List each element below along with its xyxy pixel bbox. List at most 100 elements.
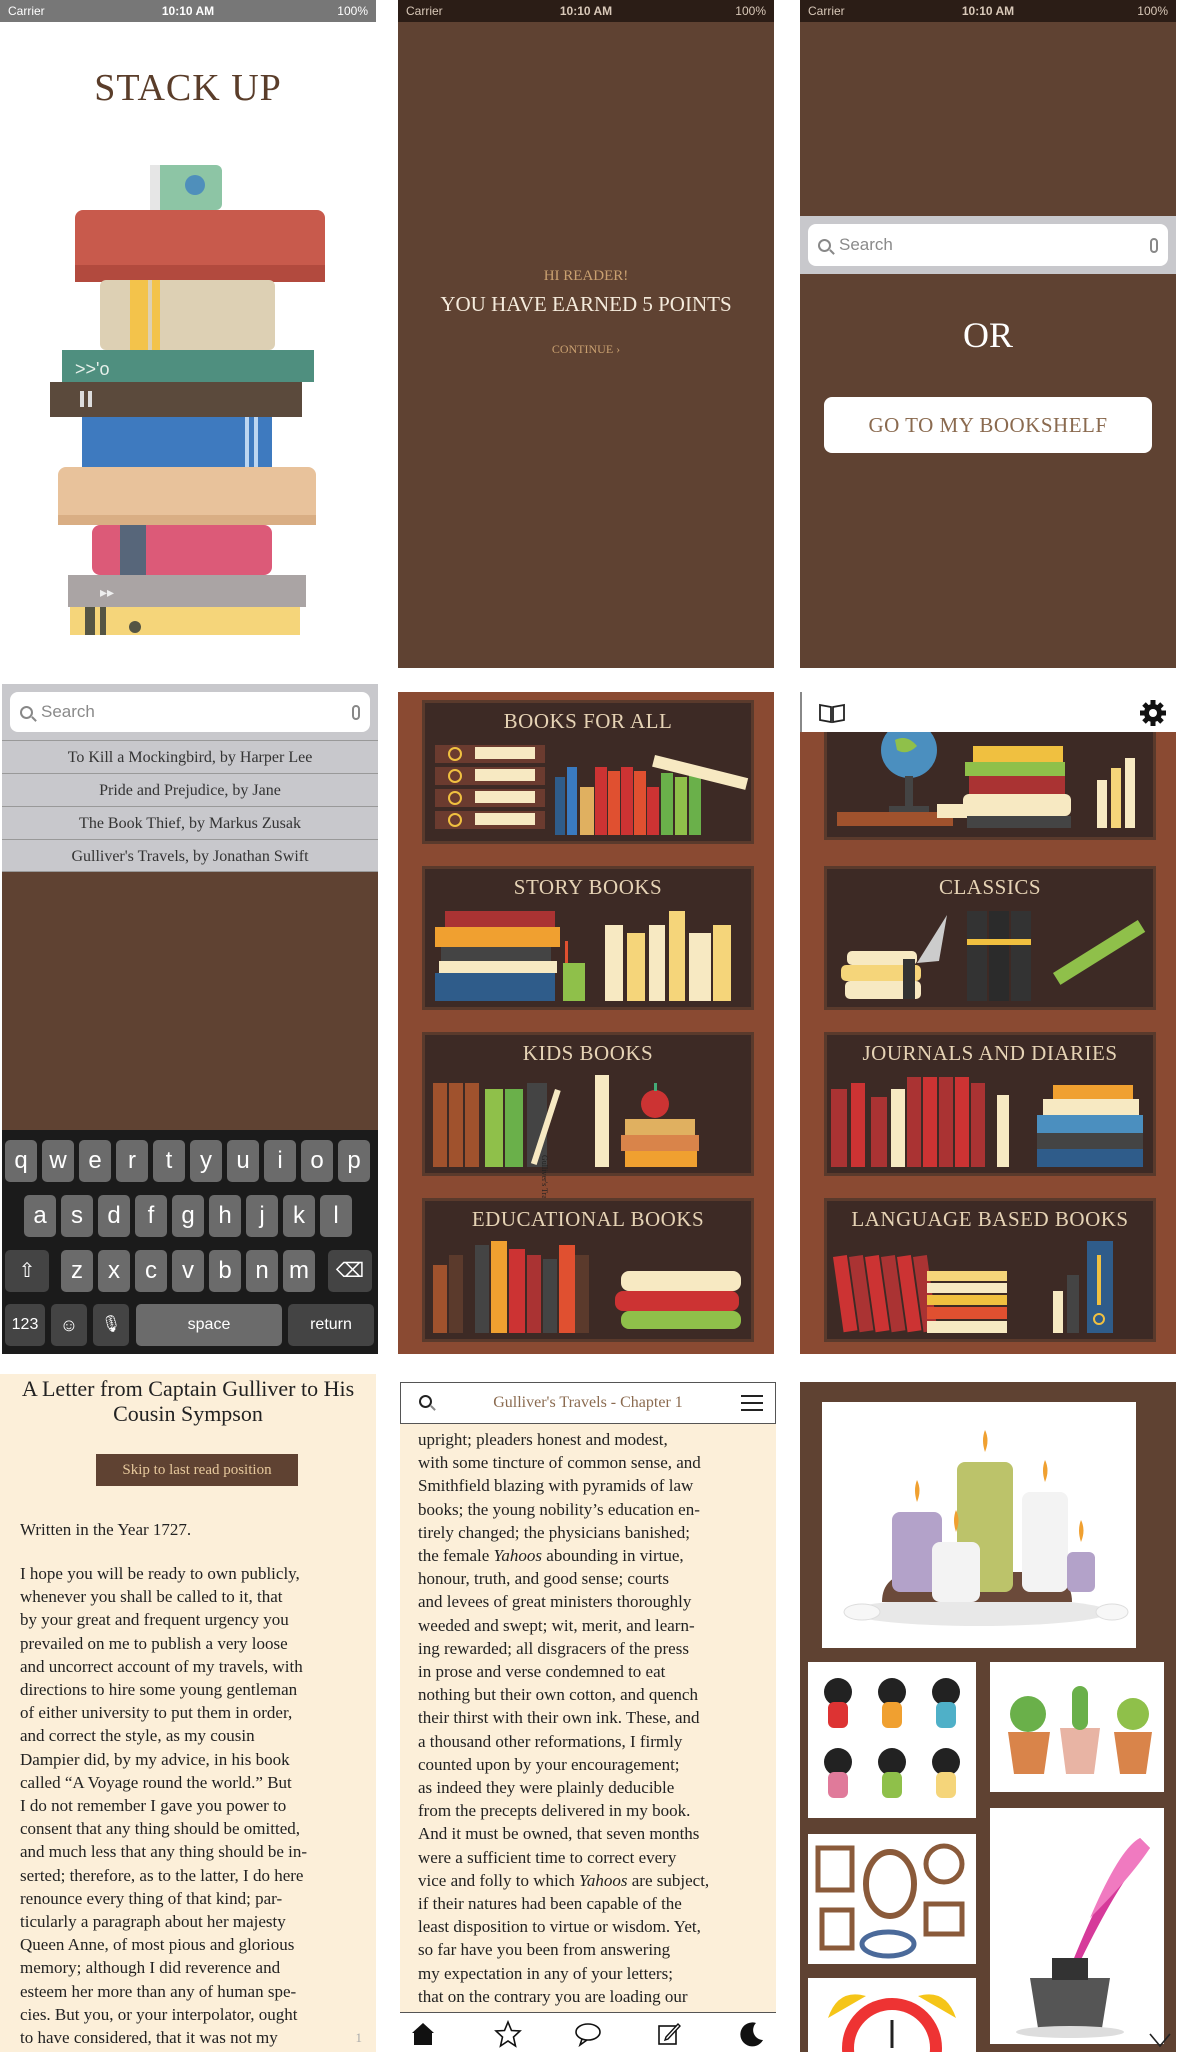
category-educational-books[interactable]: EDUCATIONAL BOOKS bbox=[422, 1198, 754, 1342]
result-item[interactable]: The Book Thief, by Markus Zusak bbox=[2, 806, 378, 839]
star-icon[interactable] bbox=[494, 2020, 522, 2048]
cactus-illustration bbox=[1008, 1686, 1152, 1774]
line-text: with some tincture of common sense, and bbox=[418, 1453, 701, 1473]
category-classics[interactable]: CLASSICS bbox=[824, 866, 1156, 1010]
key-u[interactable]: u bbox=[227, 1140, 259, 1182]
quill-ink-image[interactable] bbox=[990, 1808, 1164, 2044]
category-language-based-books[interactable]: LANGUAGE BASED BOOKS bbox=[824, 1198, 1156, 1342]
status-bar: Carrier 10:10 AM 100% bbox=[800, 0, 1176, 22]
continue-link[interactable]: CONTINUE › bbox=[398, 342, 774, 357]
category-books-for-all[interactable]: BOOKS FOR ALL bbox=[422, 700, 754, 844]
emoji-key[interactable]: ☺ bbox=[51, 1304, 87, 1346]
shelf-books-illustration bbox=[435, 911, 731, 1001]
key-z[interactable]: z bbox=[61, 1250, 93, 1292]
chapter-line: vice and folly to which Yahoos are subje… bbox=[418, 1869, 768, 1892]
key-j[interactable]: j bbox=[246, 1195, 278, 1237]
skip-to-last-read-button[interactable]: Skip to last read position bbox=[96, 1454, 298, 1486]
key-m[interactable]: m bbox=[283, 1250, 315, 1292]
line-text: that on the contrary you are loading our bbox=[418, 1986, 688, 2006]
result-item[interactable]: Gulliver's Travels, by Jonathan Swift bbox=[2, 839, 378, 872]
dictation-key[interactable]: 🎙 bbox=[93, 1304, 129, 1346]
result-item[interactable]: Pride and Prejudice, by Jane bbox=[2, 773, 378, 806]
line-text: tirely changed; the physicians banished; bbox=[418, 1522, 690, 1542]
microphone-icon[interactable] bbox=[352, 704, 360, 720]
letter-line: cies. But you, or your interpolator, oug… bbox=[20, 2004, 298, 2024]
chapter-line: a thousand other reformations, I firmly bbox=[418, 1730, 768, 1753]
decor-gallery-screen bbox=[800, 1382, 1176, 2052]
category-story-books[interactable]: STORY BOOKS bbox=[422, 866, 754, 1010]
key-n[interactable]: n bbox=[246, 1250, 278, 1292]
microphone-icon[interactable] bbox=[1150, 237, 1158, 253]
key-g[interactable]: g bbox=[172, 1195, 204, 1237]
gear-icon[interactable] bbox=[1138, 698, 1168, 728]
go-to-bookshelf-button[interactable]: GO TO MY BOOKSHELF bbox=[824, 397, 1152, 453]
candles-image[interactable] bbox=[822, 1402, 1136, 1648]
key-f[interactable]: f bbox=[135, 1195, 167, 1237]
key-p[interactable]: p bbox=[338, 1140, 370, 1182]
alarm-clock-image[interactable] bbox=[808, 1978, 976, 2052]
shelf-books-illustration bbox=[433, 1075, 699, 1167]
shift-key[interactable]: ⇧ bbox=[5, 1250, 49, 1292]
chevron-down-icon[interactable] bbox=[1148, 2032, 1172, 2048]
category-title: CLASSICS bbox=[938, 875, 1042, 899]
line-text: my expectation in any of your letters; bbox=[418, 1963, 673, 1983]
search-results-screen: Search To Kill a Mockingbird, by Harper … bbox=[2, 684, 378, 1354]
comment-icon[interactable] bbox=[574, 2021, 602, 2047]
app-title: STACK UP bbox=[94, 67, 282, 109]
book-stack-illustration: >>'o ▸▸ bbox=[50, 165, 325, 635]
key-s[interactable]: s bbox=[61, 1195, 93, 1237]
numbers-key[interactable]: 123 bbox=[5, 1304, 45, 1346]
space-key[interactable]: space bbox=[136, 1304, 282, 1346]
open-book-icon[interactable] bbox=[818, 702, 846, 724]
key-t[interactable]: t bbox=[153, 1140, 185, 1182]
chapter-line: honour, truth, and good sense; courts bbox=[418, 1567, 768, 1590]
key-x[interactable]: x bbox=[98, 1250, 130, 1292]
edit-note-icon[interactable] bbox=[656, 2021, 682, 2047]
home-icon[interactable] bbox=[410, 2021, 436, 2047]
letter-line: called “A Voyage round the world.” But bbox=[20, 1772, 292, 1792]
line-text: a thousand other reformations, I firmly bbox=[418, 1731, 683, 1751]
chapter-line: their thirst with their own ink. These, … bbox=[418, 1706, 768, 1729]
category-journals-and-diaries[interactable]: JOURNALS AND DIARIES bbox=[824, 1032, 1156, 1176]
backspace-key[interactable]: ⌫ bbox=[328, 1250, 372, 1292]
night-mode-moon-icon[interactable] bbox=[738, 2020, 766, 2048]
key-q[interactable]: q bbox=[5, 1140, 37, 1182]
result-item[interactable]: To Kill a Mockingbird, by Harper Lee bbox=[2, 740, 378, 773]
cactus-pots-image[interactable] bbox=[990, 1662, 1164, 1792]
key-k[interactable]: k bbox=[283, 1195, 315, 1237]
kokeshi-dolls-image[interactable] bbox=[808, 1662, 976, 1818]
search-icon bbox=[20, 705, 33, 719]
shelf-books-illustration bbox=[833, 1241, 1113, 1333]
category-kids-books[interactable]: KIDS BOOKS Gulliver's Travels Jonathan S… bbox=[422, 1032, 754, 1262]
key-r[interactable]: r bbox=[116, 1140, 148, 1182]
line-text: from the precepts delivered in my book. bbox=[418, 1801, 691, 1821]
key-a[interactable]: a bbox=[24, 1195, 56, 1237]
chapter-line: from the precepts delivered in my book. bbox=[418, 1799, 768, 1822]
chapter-line: books; the young nobility’s education en… bbox=[418, 1498, 768, 1521]
key-e[interactable]: e bbox=[79, 1140, 111, 1182]
letter-line: of either university to put them in orde… bbox=[20, 1703, 293, 1723]
shelf-books-illustration bbox=[841, 911, 1146, 1001]
key-h[interactable]: h bbox=[209, 1195, 241, 1237]
key-c[interactable]: c bbox=[135, 1250, 167, 1292]
key-w[interactable]: w bbox=[42, 1140, 74, 1182]
hamburger-menu-icon[interactable] bbox=[741, 1395, 763, 1411]
frames-image[interactable] bbox=[808, 1834, 976, 1964]
shelf-books-illustration bbox=[831, 1077, 1143, 1167]
key-y[interactable]: y bbox=[190, 1140, 222, 1182]
alarm-clock-illustration bbox=[828, 1994, 956, 2052]
search-input[interactable]: Search bbox=[10, 692, 370, 732]
key-o[interactable]: o bbox=[301, 1140, 333, 1182]
search-input[interactable]: Search bbox=[808, 224, 1168, 266]
key-i[interactable]: i bbox=[264, 1140, 296, 1182]
key-l[interactable]: l bbox=[320, 1195, 352, 1237]
shelf-books-illustration bbox=[433, 1241, 741, 1333]
shelf-decor-partial bbox=[824, 732, 1156, 840]
key-v[interactable]: v bbox=[172, 1250, 204, 1292]
letter-line: to have considered, that it was not my bbox=[20, 2028, 278, 2048]
key-b[interactable]: b bbox=[209, 1250, 241, 1292]
return-key[interactable]: return bbox=[288, 1304, 374, 1346]
letter-body: I hope you will be ready to own publicly… bbox=[20, 1562, 365, 2049]
time-label: 10:10 AM bbox=[961, 4, 1015, 18]
key-d[interactable]: d bbox=[98, 1195, 130, 1237]
